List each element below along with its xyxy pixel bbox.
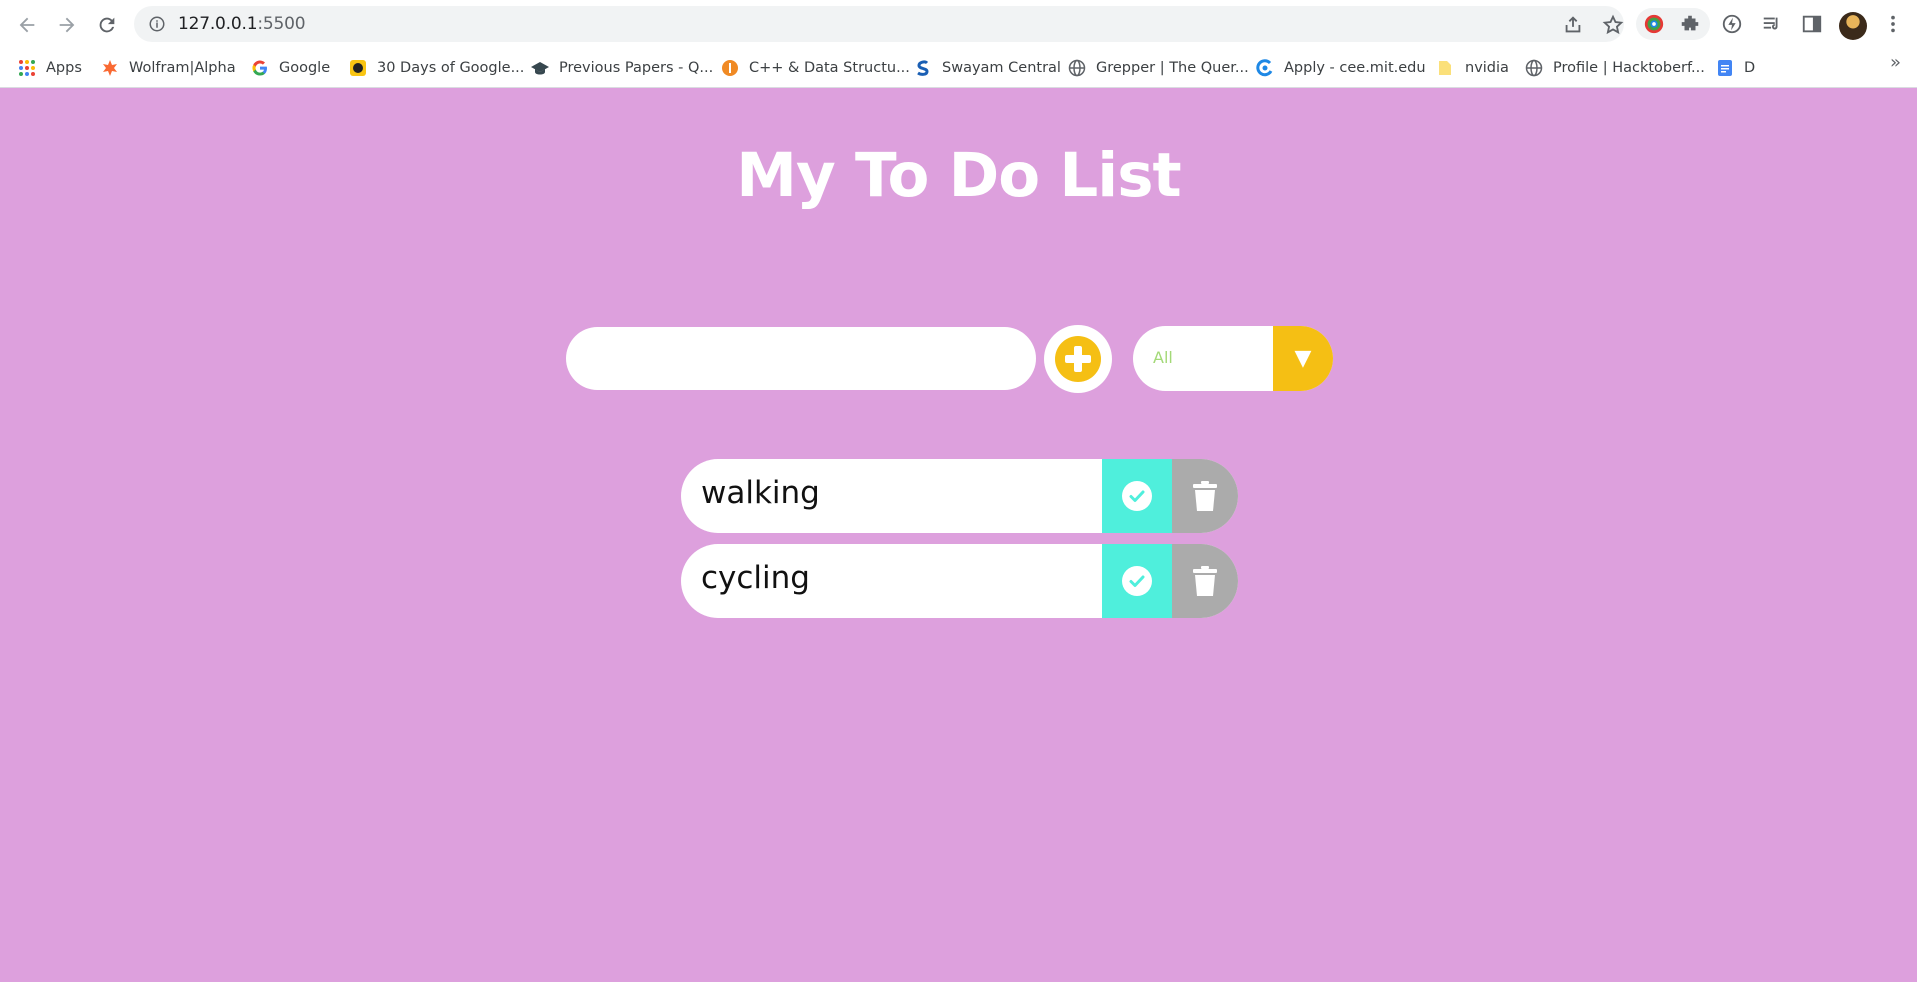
- side-panel-icon[interactable]: [1800, 12, 1824, 36]
- mit-icon: [1256, 59, 1273, 77]
- bookmark-label: Apply - cee.mit.edu: [1284, 60, 1426, 76]
- bookmark-label: D: [1744, 60, 1756, 76]
- bookmark-docs[interactable]: D: [1716, 54, 1755, 82]
- url-text: 127.0.0.1:5500: [178, 14, 306, 34]
- bookmark-label: Wolfram|Alpha: [129, 60, 236, 76]
- filter-selected-value: All: [1153, 348, 1173, 367]
- bookmarks-overflow-button[interactable]: »: [1890, 52, 1901, 73]
- thirty-days-icon: [350, 60, 366, 76]
- bookmark-label: nvidia: [1465, 60, 1509, 76]
- back-button[interactable]: [12, 10, 42, 40]
- globe-icon: [1525, 59, 1543, 77]
- extensions-pill: [1636, 8, 1710, 40]
- apps-grid-icon: [19, 60, 35, 76]
- globe-icon: [1068, 59, 1086, 77]
- check-icon: [1122, 481, 1152, 511]
- todo-input[interactable]: [566, 327, 1036, 390]
- share-icon[interactable]: [1562, 14, 1584, 36]
- bookmark-label: Profile | Hacktoberf...: [1553, 60, 1705, 76]
- bookmark-30-days[interactable]: 30 Days of Google...: [349, 54, 524, 82]
- bookmark-star-icon[interactable]: [1602, 14, 1624, 36]
- chrome-menu-icon[interactable]: [1881, 12, 1905, 36]
- bookmark-label: Grepper | The Quer...: [1096, 60, 1249, 76]
- bookmark-previous-papers[interactable]: Previous Papers - Q...: [531, 54, 713, 82]
- todo-item: walking: [681, 459, 1238, 533]
- url-port: :5500: [257, 14, 306, 34]
- trash-icon: [1193, 481, 1217, 511]
- delete-button[interactable]: [1172, 459, 1238, 533]
- graduation-cap-icon: [531, 62, 549, 75]
- url-host: 127.0.0.1: [178, 14, 258, 34]
- bookmark-label: Previous Papers - Q...: [559, 60, 714, 76]
- check-icon: [1122, 566, 1152, 596]
- bookmark-cpp[interactable]: C++ & Data Structu...: [721, 54, 910, 82]
- bookmark-label: Swayam Central: [942, 60, 1061, 76]
- bookmark-swayam[interactable]: Swayam Central: [914, 54, 1061, 82]
- bookmark-label: Apps: [46, 60, 82, 76]
- reload-button[interactable]: [92, 10, 122, 40]
- todo-list: walking cycling: [681, 459, 1238, 629]
- add-todo-button[interactable]: [1044, 325, 1112, 393]
- performance-icon[interactable]: [1720, 12, 1744, 36]
- docs-icon: [1718, 60, 1732, 76]
- todo-text: cycling: [701, 560, 810, 596]
- page-title: My To Do List: [736, 140, 1181, 211]
- swayam-icon: [917, 60, 929, 76]
- complete-button[interactable]: [1102, 544, 1172, 618]
- todo-text: walking: [701, 475, 820, 511]
- bookmark-mit[interactable]: Apply - cee.mit.edu: [1256, 54, 1426, 82]
- address-bar[interactable]: 127.0.0.1:5500: [134, 6, 1624, 42]
- bookmark-label: C++ & Data Structu...: [749, 60, 910, 76]
- forward-button[interactable]: [52, 10, 82, 40]
- bookmark-google[interactable]: Google: [251, 54, 330, 82]
- dropdown-arrow-icon[interactable]: ▼: [1273, 326, 1333, 391]
- reload-icon: [99, 17, 115, 33]
- bookmark-label: 30 Days of Google...: [377, 60, 525, 76]
- bookmark-apps[interactable]: Apps: [18, 54, 82, 82]
- todo-item: cycling: [681, 544, 1238, 618]
- folder-icon: [1439, 61, 1451, 75]
- bookmark-nvidia[interactable]: nvidia: [1437, 54, 1509, 82]
- media-queue-icon[interactable]: [1760, 12, 1784, 36]
- delete-button[interactable]: [1172, 544, 1238, 618]
- bookmark-wolfram[interactable]: Wolfram|Alpha: [101, 54, 236, 82]
- cpp-icon: [722, 60, 738, 76]
- forward-arrow-icon: [59, 17, 75, 33]
- complete-button[interactable]: [1102, 459, 1172, 533]
- bookmark-label: Google: [279, 60, 331, 76]
- bookmark-hacktoberfest[interactable]: Profile | Hacktoberf...: [1525, 54, 1705, 82]
- color-picker-extension-icon[interactable]: [1643, 13, 1665, 35]
- puzzle-extensions-icon[interactable]: [1679, 13, 1701, 35]
- filter-select[interactable]: All ▼: [1133, 326, 1333, 391]
- profile-avatar[interactable]: [1839, 12, 1867, 40]
- browser-toolbar: 127.0.0.1:5500: [0, 0, 1917, 48]
- bookmark-grepper[interactable]: Grepper | The Quer...: [1068, 54, 1249, 82]
- info-icon[interactable]: [148, 15, 166, 33]
- bookmarks-bar: Apps Wolfram|Alpha Google 30 Days of Goo…: [0, 48, 1917, 88]
- wolfram-icon: [103, 60, 117, 76]
- back-arrow-icon: [19, 17, 35, 33]
- google-icon: [252, 60, 267, 76]
- trash-icon: [1193, 566, 1217, 596]
- plus-circle-icon: [1055, 336, 1101, 382]
